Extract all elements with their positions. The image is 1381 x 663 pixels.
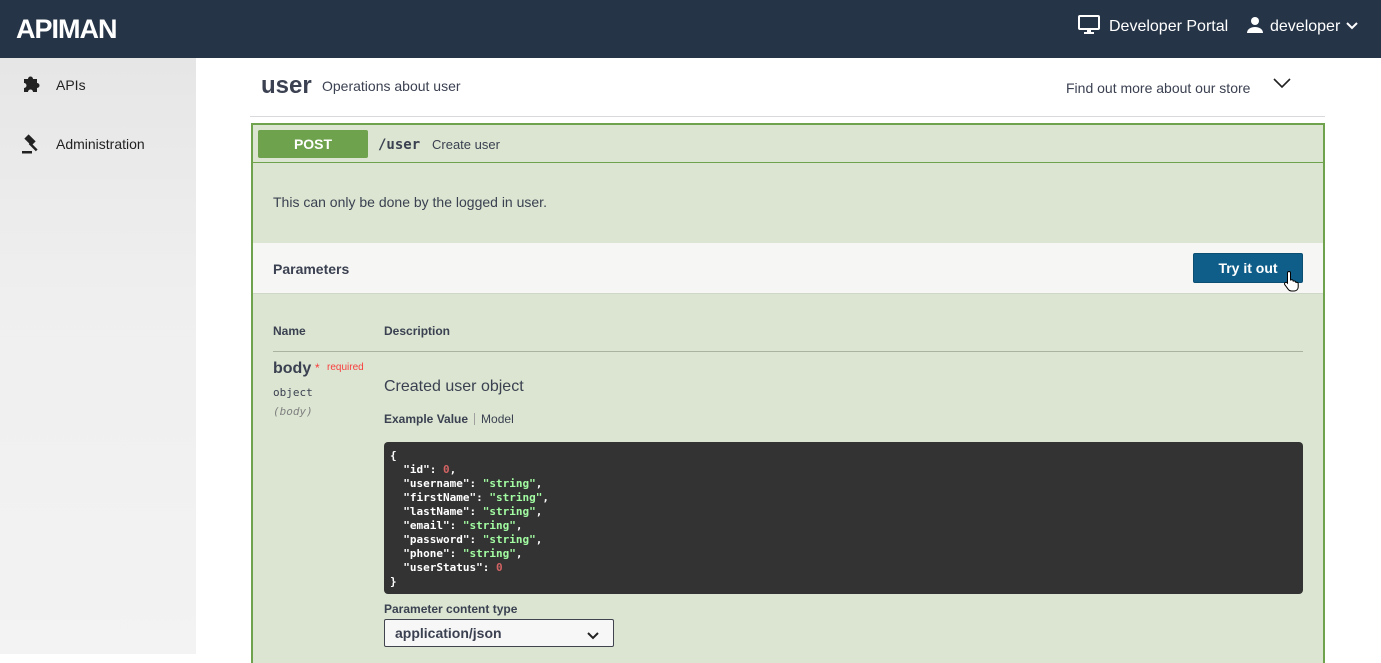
content-type-label: Parameter content type [384, 602, 518, 616]
top-navbar: APIMAN Developer Portal developer [0, 0, 1381, 58]
user-name: developer [1270, 18, 1341, 35]
chevron-down-icon[interactable] [1272, 76, 1292, 90]
monitor-icon [1078, 14, 1100, 40]
tab-example-value[interactable]: Example Value [384, 412, 468, 426]
gavel-icon [20, 133, 42, 155]
example-value-code-block[interactable]: { "id": 0, "username": "string", "firstN… [384, 442, 1303, 594]
user-menu[interactable]: developer [1246, 15, 1358, 39]
tag-description: Operations about user [322, 78, 461, 94]
parameters-header: Parameters Try it out [253, 243, 1323, 294]
chevron-down-icon [1346, 18, 1358, 36]
developer-portal-label: Developer Portal [1109, 18, 1229, 35]
hand-cursor-icon [1283, 270, 1301, 292]
chevron-down-icon [587, 628, 599, 640]
sidebar-item-administration[interactable]: Administration [20, 132, 145, 156]
code-line: "userStatus": 0 [390, 561, 503, 574]
required-star: * [315, 361, 320, 375]
developer-portal-link[interactable]: Developer Portal [1078, 14, 1229, 40]
tab-model[interactable]: Model [481, 412, 514, 426]
apiman-logo[interactable]: APIMAN [16, 15, 117, 43]
required-label: required [327, 362, 364, 373]
sidebar-item-apis[interactable]: APIs [20, 73, 86, 97]
code-line: "phone": "string", [390, 547, 523, 560]
code-line: } [390, 575, 397, 588]
code-line: "username": "string", [390, 477, 543, 490]
code-line: "id": 0, [390, 463, 457, 476]
sidebar-item-label: Administration [56, 136, 145, 152]
example-model-tabs: Example Value Model [384, 412, 514, 426]
code-line: "lastName": "string", [390, 505, 543, 518]
column-header-name: Name [273, 324, 306, 338]
code-line: { [390, 449, 397, 462]
sidebar-item-label: APIs [56, 77, 86, 93]
content-type-value: application/json [395, 625, 502, 641]
divider [273, 351, 1303, 352]
operation-path: /user [378, 137, 421, 153]
operation-summary-text: Create user [432, 137, 500, 152]
column-header-description: Description [384, 324, 451, 338]
parameter-description: Created user object [384, 378, 524, 395]
operation-block-post-user: POST /user Create user This can only be … [251, 123, 1325, 663]
logo-text: APIMAN [16, 14, 117, 44]
parameter-in: (body) [273, 405, 313, 418]
sidebar: APIs Administration [0, 58, 196, 654]
operation-summary[interactable]: POST /user Create user [253, 125, 1323, 163]
person-icon [1246, 16, 1264, 39]
parameter-name: body [273, 360, 312, 377]
external-docs-link[interactable]: Find out more about our store [1066, 80, 1250, 96]
puzzle-icon [20, 74, 42, 96]
operation-description: This can only be done by the logged in u… [273, 194, 547, 210]
code-line: "firstName": "string", [390, 491, 549, 504]
code-line: "email": "string", [390, 519, 523, 532]
tag-section-header[interactable]: user Operations about user Find out more… [250, 58, 1325, 117]
method-badge: POST [258, 130, 368, 158]
tag-name: user [261, 72, 312, 99]
parameter-type: object [273, 386, 313, 399]
main-content: user Operations about user Find out more… [196, 58, 1381, 663]
tab-divider [474, 413, 476, 425]
parameters-title: Parameters [273, 261, 350, 277]
content-type-select[interactable]: application/json [384, 619, 614, 647]
code-line: "password": "string", [390, 533, 543, 546]
